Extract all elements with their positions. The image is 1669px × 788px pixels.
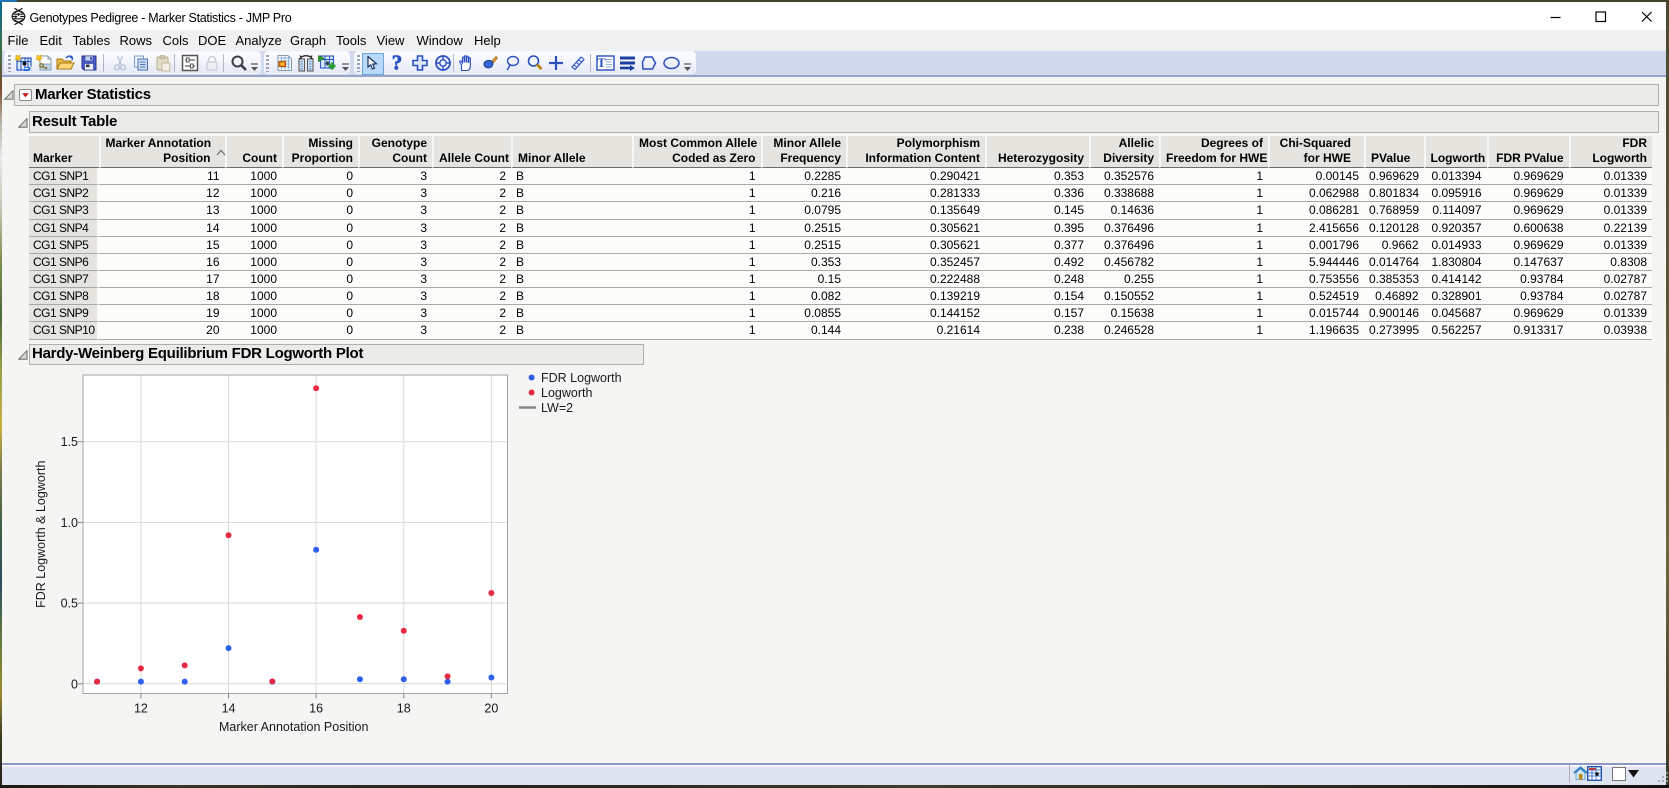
svg-text:?: ? — [391, 54, 402, 72]
svg-text:0: 0 — [71, 677, 78, 691]
svg-text:18: 18 — [397, 702, 411, 716]
svg-text:16: 16 — [309, 702, 323, 716]
svg-text:FDR Logworth & Logworth: FDR Logworth & Logworth — [34, 461, 48, 608]
svg-text:1.0: 1.0 — [61, 516, 78, 530]
svg-text:LW=2: LW=2 — [541, 401, 573, 415]
svg-text:20: 20 — [484, 702, 498, 716]
svg-text:Marker Annotation Position: Marker Annotation Position — [219, 720, 368, 734]
svg-text:14: 14 — [222, 702, 236, 716]
svg-text:T: T — [597, 55, 606, 70]
svg-text:12: 12 — [134, 702, 148, 716]
svg-text:0.5: 0.5 — [61, 597, 78, 611]
svg-text:1.5: 1.5 — [61, 435, 78, 449]
svg-text:Logworth: Logworth — [541, 386, 592, 400]
svg-text:FDR Logworth: FDR Logworth — [541, 371, 622, 385]
